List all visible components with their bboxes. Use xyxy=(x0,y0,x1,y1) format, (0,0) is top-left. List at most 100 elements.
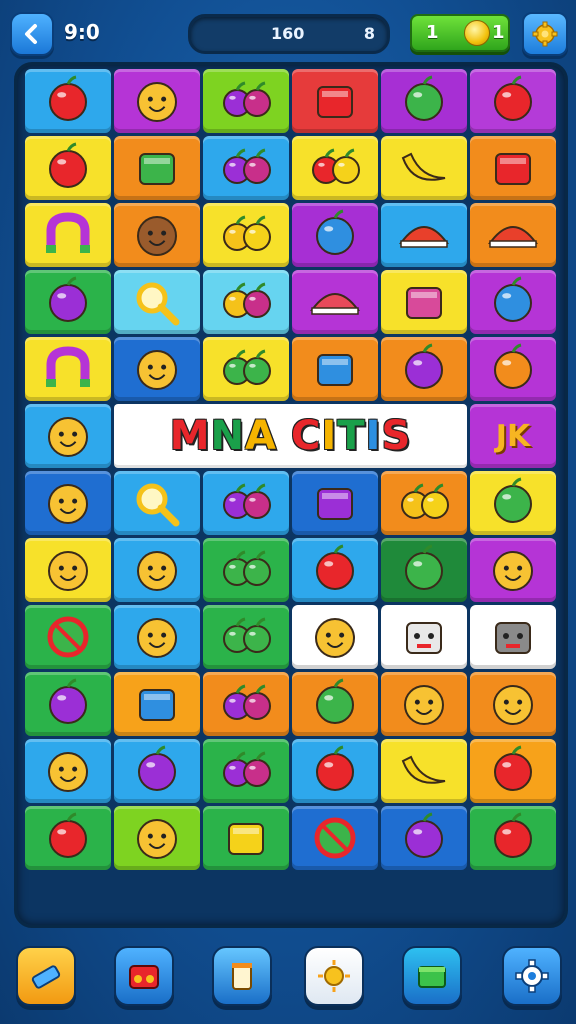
game-tile[interactable] xyxy=(25,203,111,267)
game-tile[interactable] xyxy=(470,538,556,602)
game-tile[interactable] xyxy=(292,69,378,133)
game-tile[interactable] xyxy=(470,672,556,736)
game-tile[interactable] xyxy=(114,672,200,736)
game-tile[interactable] xyxy=(25,538,111,602)
game-tile[interactable] xyxy=(25,605,111,669)
game-tile[interactable] xyxy=(381,538,467,602)
game-tile[interactable] xyxy=(470,270,556,334)
game-tile[interactable] xyxy=(203,270,289,334)
game-tile[interactable] xyxy=(25,337,111,401)
magnet-icon xyxy=(46,212,90,253)
game-tile[interactable] xyxy=(470,69,556,133)
game-tile[interactable] xyxy=(470,605,556,669)
game-tile[interactable] xyxy=(292,471,378,535)
game-tile[interactable] xyxy=(470,203,556,267)
bottom-toolbar xyxy=(0,936,576,1024)
game-tile[interactable] xyxy=(25,404,111,468)
radio-button[interactable] xyxy=(114,946,174,1006)
game-tile[interactable] xyxy=(292,270,378,334)
game-tile[interactable] xyxy=(381,471,467,535)
sun-icon xyxy=(318,960,350,992)
game-tile[interactable] xyxy=(470,136,556,200)
game-tile[interactable] xyxy=(381,806,467,870)
orange-berry-icon xyxy=(223,751,271,787)
banner-letter: A xyxy=(245,413,277,459)
game-tile[interactable] xyxy=(203,69,289,133)
game-tile[interactable] xyxy=(381,203,467,267)
score-value: 160 xyxy=(271,24,305,43)
berry-banana-icon xyxy=(223,148,271,184)
apple-broccoli-icon xyxy=(223,349,271,385)
game-tile[interactable] xyxy=(25,739,111,803)
game-tile[interactable] xyxy=(470,337,556,401)
back-button[interactable] xyxy=(10,12,54,56)
heart-face-icon xyxy=(48,551,88,591)
two-lemons-icon xyxy=(223,215,271,251)
game-tile[interactable] xyxy=(203,203,289,267)
game-tile[interactable] xyxy=(25,69,111,133)
game-tile[interactable] xyxy=(292,203,378,267)
game-tile[interactable] xyxy=(25,136,111,200)
game-tile[interactable] xyxy=(381,69,467,133)
game-tile[interactable] xyxy=(292,605,378,669)
game-tile[interactable] xyxy=(114,538,200,602)
game-tile[interactable] xyxy=(292,337,378,401)
game-tile[interactable] xyxy=(292,806,378,870)
horseshoe-icon xyxy=(46,346,90,387)
game-tile[interactable] xyxy=(381,337,467,401)
teddy-face-icon xyxy=(137,819,177,859)
game-tile[interactable] xyxy=(470,806,556,870)
coin-counter[interactable]: 1 1 xyxy=(410,14,510,52)
sun-button[interactable] xyxy=(304,946,364,1006)
game-tile[interactable]: JK xyxy=(470,404,556,468)
eraser-button[interactable] xyxy=(16,946,76,1006)
game-tile[interactable] xyxy=(25,806,111,870)
game-tile[interactable] xyxy=(203,806,289,870)
game-tile[interactable] xyxy=(381,672,467,736)
game-tile[interactable] xyxy=(381,739,467,803)
banana-icon xyxy=(401,755,446,784)
game-tile[interactable] xyxy=(114,605,200,669)
game-tile[interactable] xyxy=(381,605,467,669)
game-tile[interactable] xyxy=(114,203,200,267)
game-tile[interactable] xyxy=(25,471,111,535)
banner-letter: T xyxy=(337,413,366,459)
game-tile[interactable] xyxy=(203,337,289,401)
potions-icon xyxy=(405,812,443,858)
box-button[interactable] xyxy=(402,946,462,1006)
game-tile[interactable] xyxy=(114,69,200,133)
game-tile[interactable] xyxy=(203,605,289,669)
game-tile[interactable] xyxy=(114,471,200,535)
lips-icon xyxy=(310,293,360,315)
banana-icon xyxy=(401,152,446,181)
game-tile[interactable] xyxy=(203,739,289,803)
green-cactus-icon xyxy=(494,477,532,523)
lollipop-box-icon xyxy=(312,148,360,184)
game-tile[interactable] xyxy=(114,270,200,334)
game-tile[interactable] xyxy=(381,270,467,334)
game-tile[interactable] xyxy=(114,739,200,803)
game-tile[interactable] xyxy=(292,538,378,602)
game-tile[interactable] xyxy=(203,136,289,200)
game-tile[interactable] xyxy=(203,538,289,602)
heart-box-icon xyxy=(495,153,531,185)
game-tile[interactable] xyxy=(203,471,289,535)
settings-button[interactable] xyxy=(502,946,562,1006)
game-tile[interactable] xyxy=(292,739,378,803)
game-tile[interactable] xyxy=(381,136,467,200)
game-tile[interactable] xyxy=(292,136,378,200)
game-tile[interactable] xyxy=(470,471,556,535)
game-tile[interactable] xyxy=(114,136,200,200)
crossed-tools-icon xyxy=(406,287,442,319)
game-tile[interactable] xyxy=(292,672,378,736)
badge-button[interactable] xyxy=(522,12,568,56)
apple-icon xyxy=(49,142,87,188)
cheese-icon xyxy=(137,350,177,390)
game-tile[interactable] xyxy=(114,337,200,401)
game-tile[interactable] xyxy=(203,672,289,736)
game-tile[interactable] xyxy=(25,270,111,334)
jar-button[interactable] xyxy=(212,946,272,1006)
game-tile[interactable] xyxy=(114,806,200,870)
game-tile[interactable] xyxy=(25,672,111,736)
game-tile[interactable] xyxy=(470,739,556,803)
